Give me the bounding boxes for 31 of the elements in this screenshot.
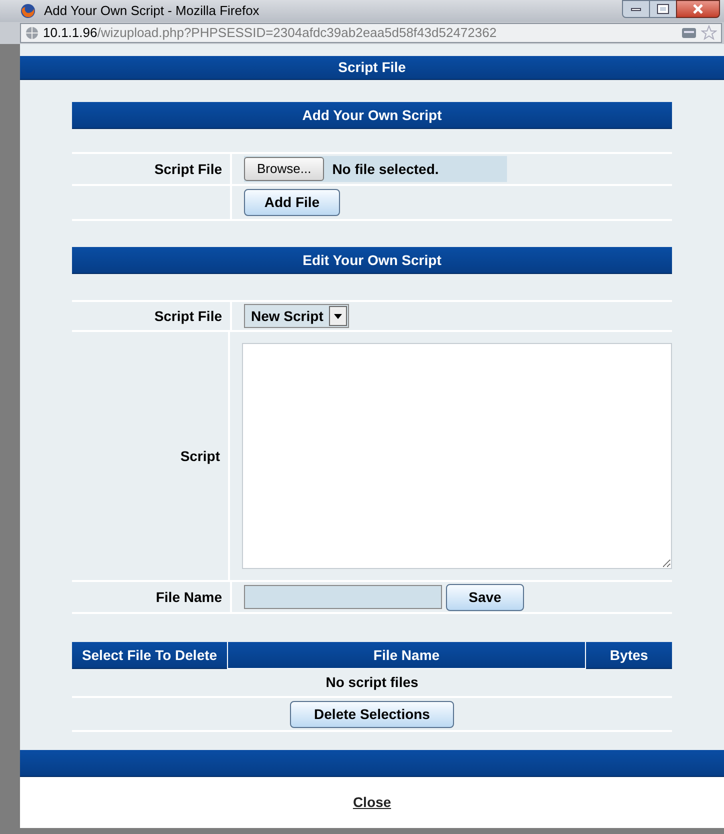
minimize-button[interactable] [622,0,650,18]
column-header: Select File To Delete [72,642,227,669]
feed-icon[interactable] [681,26,697,40]
file-input[interactable]: Browse... No file selected. [244,156,507,182]
close-link[interactable]: Close [352,792,392,813]
field-label: Script [180,446,220,466]
address-bar[interactable]: 10.1.1.96/wizupload.php?PHPSESSID=2304afdc39ab2eaa5d58f43d52472362 [20,23,722,43]
globe-icon [25,26,39,40]
add-file-button[interactable]: Add File [244,189,340,216]
column-header: Bytes [586,642,672,669]
field-label: File Name [156,588,222,606]
caret-icon [334,314,342,318]
star-icon[interactable] [701,25,717,41]
field-label: Script File [154,306,222,326]
url-path: /wizupload.php?PHPSESSID=2304afdc39ab2eaa5d58f43d52472362 [97,24,497,42]
section-header: Add Your Own Script [72,102,672,129]
file-name-input[interactable] [244,585,442,609]
maximize-button[interactable] [650,0,676,18]
section-header: Edit Your Own Script [72,247,672,274]
column-header: File Name [227,642,586,669]
empty-message: No script files [326,673,418,692]
page-header: Script File [20,56,724,80]
close-icon [693,4,703,14]
save-button[interactable]: Save [446,584,524,610]
delete-selections-button[interactable]: Delete Selections [290,700,454,728]
window-title: Add Your Own Script - Mozilla Firefox [44,2,260,20]
browser-logo-icon [20,3,36,19]
field-label: Script File [154,160,222,179]
close-window-button[interactable] [676,0,720,18]
url-host: 10.1.1.96 [43,24,98,42]
script-file-dropdown[interactable]: New Script [244,304,350,328]
